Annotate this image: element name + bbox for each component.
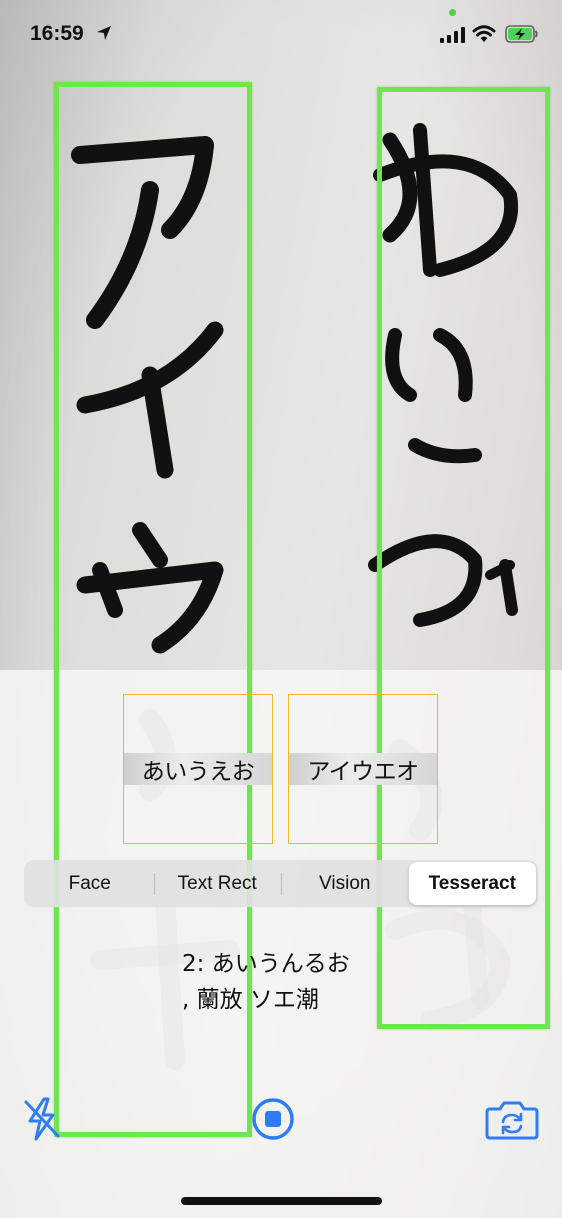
- camera-flip-icon[interactable]: [485, 1100, 539, 1140]
- flash-off-icon[interactable]: [22, 1096, 62, 1142]
- ocr-result-text: 2: あいうんるお , 蘭放 ソエ潮: [182, 946, 522, 1018]
- crop-text: あいうえお: [124, 753, 272, 785]
- battery-charging-icon: [505, 25, 538, 43]
- cellular-signal-icon: [440, 27, 465, 43]
- mode-face[interactable]: Face: [26, 862, 154, 905]
- text-crop-preview-2: アイウエオ: [288, 694, 438, 844]
- mode-tesseract[interactable]: Tesseract: [408, 862, 536, 905]
- mode-vision[interactable]: Vision: [281, 862, 409, 905]
- mode-text-rect[interactable]: Text Rect: [153, 862, 282, 905]
- status-bar: 16:59: [0, 0, 562, 70]
- stop-recording-button[interactable]: [250, 1096, 296, 1142]
- ocr-result-line-2: , 蘭放 ソエ潮: [182, 987, 319, 1013]
- crop-text: アイウエオ: [289, 753, 437, 785]
- ocr-result-line-1: 2: あいうんるお: [182, 951, 350, 977]
- camera-in-use-indicator: [449, 9, 456, 16]
- mode-segmented-control[interactable]: Face Text Rect Vision Tesseract: [24, 860, 538, 907]
- location-arrow-icon: [97, 26, 111, 40]
- status-time: 16:59: [30, 22, 84, 45]
- home-indicator[interactable]: [181, 1197, 382, 1205]
- text-crop-preview-1: あいうえお: [123, 694, 273, 844]
- wifi-icon: [472, 25, 496, 42]
